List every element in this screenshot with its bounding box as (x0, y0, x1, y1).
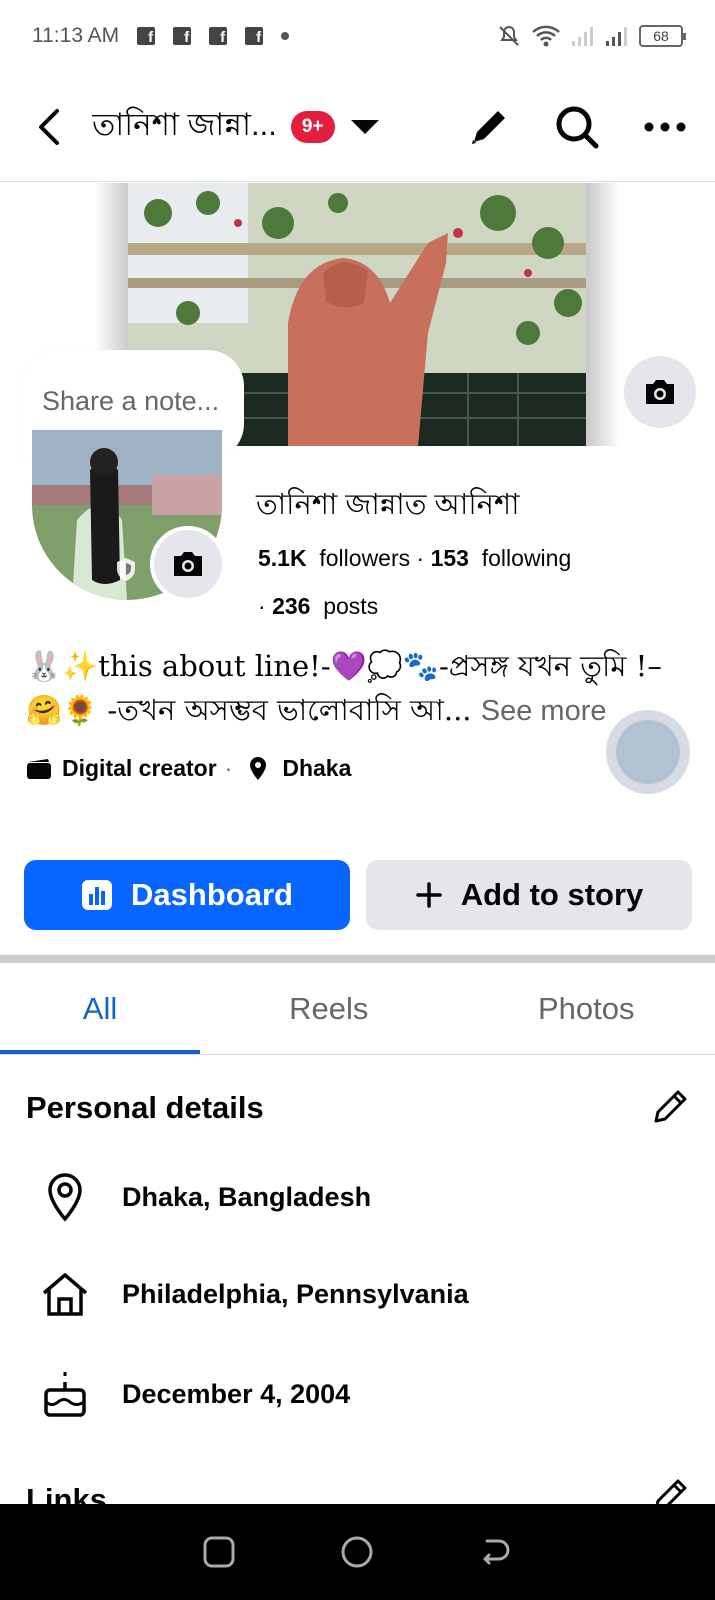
edit-button[interactable] (463, 101, 515, 153)
dashboard-button[interactable]: Dashboard (24, 860, 350, 930)
profile-name: তানিশা জান্নাত আনিশা (256, 489, 520, 521)
links-section: Links (0, 1440, 715, 1504)
system-navigation-bar (0, 1504, 715, 1600)
more-notifications-dot (281, 32, 290, 40)
edit-profile-picture-button[interactable] (150, 526, 226, 602)
signal-icon (606, 27, 627, 46)
posts-count: 236 (272, 593, 311, 619)
profile-meta: Digital creator · Dhaka (26, 755, 351, 782)
status-bar: 11:13 AM f f f f 68 (0, 0, 715, 72)
facebook-notification-icon: f (173, 27, 192, 45)
tab-all[interactable]: All (0, 963, 200, 1054)
caret-down-icon[interactable] (350, 119, 379, 134)
following-label[interactable]: following (482, 545, 572, 571)
profile-bio: 🐰✨this about line!-💜💭🐾-প্রসঙ্গ যখন তুমি … (26, 644, 691, 733)
followers-count[interactable]: 5.1K (258, 545, 307, 571)
birthday-cake-icon (44, 1372, 86, 1417)
add-to-story-label: Add to story (460, 877, 644, 912)
personal-details-title: Personal details (26, 1090, 264, 1125)
floating-assistive-button[interactable] (606, 710, 690, 794)
back-arrow-icon[interactable] (479, 1535, 513, 1569)
battery-icon: 68 (639, 25, 686, 47)
location-label: Dhaka (282, 755, 352, 781)
recent-apps-icon[interactable] (202, 1535, 236, 1569)
tab-reels[interactable]: Reels (200, 963, 458, 1054)
camera-icon (646, 380, 674, 404)
notification-badge: 9+ (290, 110, 335, 143)
detail-current-city: Dhaka, Bangladesh (40, 1172, 371, 1222)
profile-switcher-title[interactable]: তানিশা জান্না... (92, 101, 277, 153)
edit-personal-details-button[interactable] (650, 1087, 690, 1132)
profile-stats: 5.1K followers · 153 following · 236 pos… (258, 545, 572, 619)
search-button[interactable] (551, 101, 603, 153)
more-options-button[interactable] (639, 101, 691, 153)
bell-muted-icon (499, 25, 519, 46)
home-icon (42, 1273, 88, 1316)
tab-photos[interactable]: Photos (458, 963, 715, 1054)
back-button[interactable] (24, 103, 72, 151)
search-icon (556, 106, 599, 148)
top-app-bar: তানিশা জান্না... 9+ (0, 72, 715, 182)
wifi-icon (532, 25, 560, 47)
pencil-icon (472, 110, 505, 144)
pencil-outline-icon (655, 1479, 687, 1504)
clapperboard-icon (27, 758, 51, 779)
posts-label: posts (323, 593, 379, 619)
facebook-notification-icon: f (137, 27, 156, 45)
detail-hometown: Philadelphia, Pennsylvania (40, 1271, 469, 1317)
hometown-text: Philadelphia, Pennsylvania (122, 1278, 469, 1309)
chevron-left-icon (39, 108, 59, 145)
profile-guard-shield-icon (117, 558, 135, 581)
followers-label[interactable]: followers (319, 545, 410, 571)
location-pin-icon (48, 1173, 82, 1222)
plus-icon (415, 882, 442, 908)
location-pin-icon (250, 756, 267, 780)
following-count[interactable]: 153 (431, 545, 469, 571)
pencil-outline-icon (654, 1090, 687, 1123)
section-divider (0, 955, 715, 963)
detail-birthday: December 4, 2004 (40, 1370, 350, 1418)
edit-links-button[interactable] (650, 1476, 690, 1504)
see-more-link[interactable]: See more (481, 695, 607, 727)
current-city-text: Dhaka, Bangladesh (122, 1181, 372, 1212)
facebook-notification-icon: f (209, 27, 228, 45)
more-dots-icon (644, 122, 686, 131)
share-note-placeholder: Share a note... (42, 386, 220, 416)
camera-icon (174, 552, 202, 576)
add-to-story-button[interactable]: Add to story (366, 860, 692, 930)
birthday-text: December 4, 2004 (122, 1378, 351, 1409)
links-title: Links (26, 1482, 107, 1504)
home-circle-icon[interactable] (339, 1534, 375, 1570)
profile-tabs: All Reels Photos (0, 963, 715, 1055)
facebook-notification-icon: f (245, 27, 264, 45)
edit-cover-photo-button[interactable] (624, 356, 696, 428)
category-label: Digital creator (62, 755, 217, 781)
signal-weak-icon (572, 27, 593, 46)
dashboard-chart-icon (82, 880, 113, 910)
dashboard-label: Dashboard (131, 877, 293, 912)
status-time: 11:13 AM (32, 24, 120, 47)
